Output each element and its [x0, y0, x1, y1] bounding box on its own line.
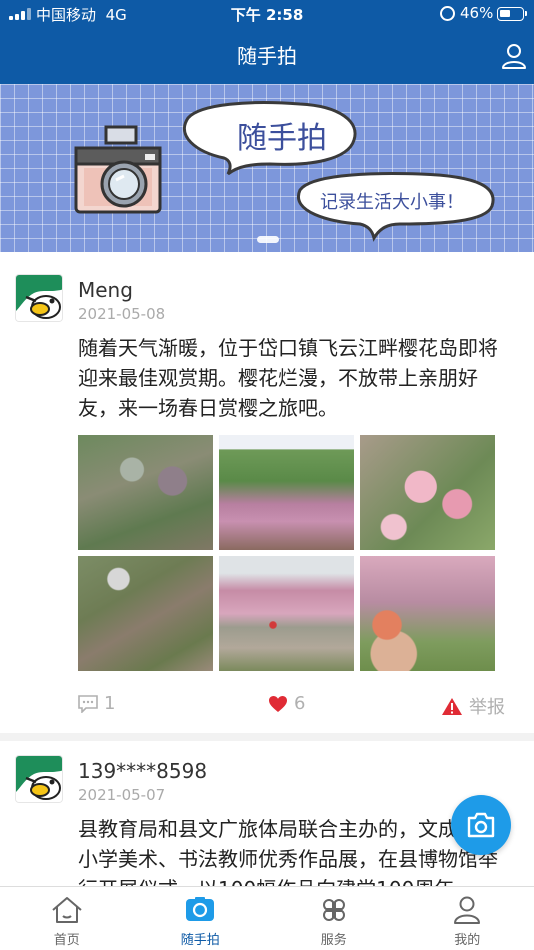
camera-icon [467, 812, 495, 838]
report-label: 举报 [469, 697, 505, 718]
clover-icon [322, 899, 345, 921]
tab-label: 我的 [454, 933, 481, 948]
new-post-button[interactable] [451, 795, 511, 855]
banner[interactable]: 随手拍 记录生活大小事！ [0, 84, 534, 252]
like-button[interactable]: 6 [268, 693, 305, 714]
photo-grid [78, 435, 506, 671]
banner-title: 随手拍 [237, 121, 327, 156]
top-bar: 中国移动 4G 下午 2:58 46% 随手拍 [0, 0, 534, 84]
comment-count: 1 [104, 693, 116, 714]
photo-thumbnail[interactable] [219, 435, 354, 550]
avatar[interactable] [15, 755, 63, 803]
penguin-avatar-icon [16, 275, 62, 321]
banner-subtitle: 记录生活大小事！ [320, 192, 464, 213]
tab-label: 随手拍 [180, 933, 220, 948]
user-icon [454, 896, 481, 924]
tab-snapshot[interactable]: 随手拍 [134, 887, 268, 950]
post-card[interactable]: Meng 2021-05-08 随着天气渐暖，位于岱口镇飞云江畔樱花岛即将迎来最… [0, 252, 534, 733]
tab-home[interactable]: 首页 [0, 887, 134, 950]
post-content[interactable]: 县教育局和县文广旅体局联合主办的，文成县中小学美术、书法教师优秀作品展，在县博物… [78, 814, 506, 886]
banner-illustration [74, 101, 495, 242]
heart-icon [269, 695, 287, 712]
photo-thumbnail[interactable] [219, 556, 354, 671]
tab-bar: 首页 随手拍 服务 我的 [0, 886, 534, 950]
post-date: 2021-05-07 [78, 786, 166, 804]
comment-button[interactable]: 1 [78, 693, 115, 714]
tab-label: 服务 [320, 933, 347, 948]
photo-thumbnail[interactable] [78, 556, 213, 671]
post-author[interactable]: 139****8598 [78, 733, 506, 783]
avatar[interactable] [15, 274, 63, 322]
photo-thumbnail[interactable] [360, 556, 495, 671]
camera-illustration [74, 125, 162, 214]
home-icon [52, 897, 82, 923]
battery-icon [497, 7, 527, 21]
warning-icon [442, 697, 462, 715]
photo-thumbnail[interactable] [78, 435, 213, 550]
rotation-lock-icon [440, 6, 455, 21]
camera-icon [186, 897, 215, 921]
penguin-avatar-icon [16, 756, 62, 802]
post-feed[interactable]: Meng 2021-05-08 随着天气渐暖，位于岱口镇飞云江畔樱花岛即将迎来最… [0, 252, 534, 886]
status-bar: 中国移动 4G 下午 2:58 46% [0, 0, 534, 28]
page-title: 随手拍 [237, 44, 297, 68]
photo-thumbnail[interactable] [360, 435, 495, 550]
tab-label: 首页 [53, 933, 80, 948]
tab-services[interactable]: 服务 [267, 887, 401, 950]
user-icon[interactable] [500, 42, 528, 70]
like-count: 6 [294, 693, 306, 714]
tab-mine[interactable]: 我的 [401, 887, 534, 950]
post-actions: 1 6 举报 [78, 671, 506, 735]
battery-percent: 46% [460, 4, 494, 22]
post-content[interactable]: 随着天气渐暖，位于岱口镇飞云江畔樱花岛即将迎来最佳观赏期。樱花烂漫，不放带上亲朋… [78, 333, 506, 423]
post-date: 2021-05-08 [78, 305, 166, 323]
report-button[interactable]: 举报 [441, 693, 505, 719]
comment-icon [78, 694, 98, 713]
carousel-indicator[interactable] [257, 236, 279, 243]
post-author[interactable]: Meng [78, 252, 506, 302]
